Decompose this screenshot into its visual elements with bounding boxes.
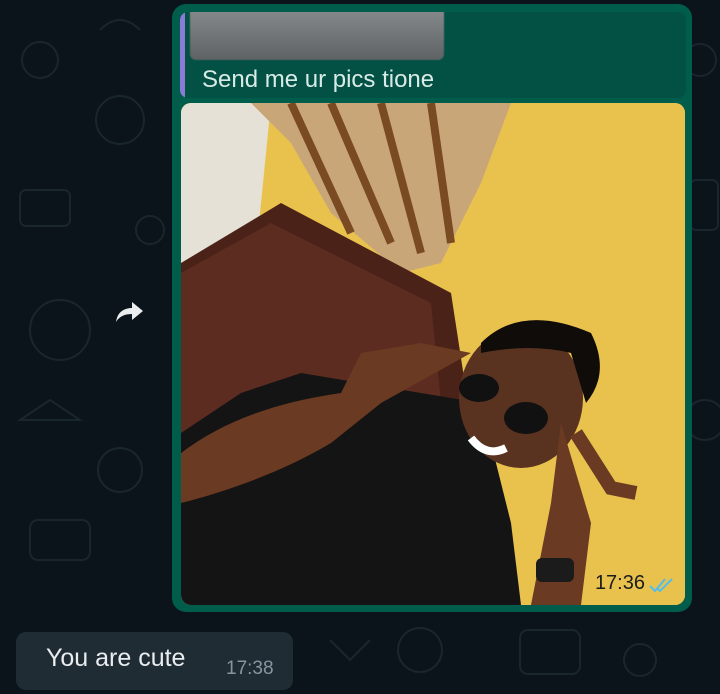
photo-illustration — [181, 103, 685, 605]
quoted-reply[interactable]: Send me ur pics tione — [180, 12, 686, 98]
quote-text: Send me ur pics tione — [202, 66, 435, 93]
double-check-icon — [649, 578, 673, 593]
incoming-message-text: You are cute — [46, 644, 186, 672]
quote-accent-bar — [180, 12, 185, 98]
outgoing-message-bubble[interactable]: Send me ur pics tione 17:36 — [172, 4, 692, 612]
incoming-message-bubble[interactable]: You are cute 17:38 — [16, 632, 293, 690]
message-photo[interactable]: 17:36 — [181, 103, 685, 605]
redacted-quote-author — [190, 12, 444, 60]
incoming-message-time: 17:38 — [226, 658, 274, 679]
share-arrow-icon — [116, 302, 143, 322]
forward-button[interactable] — [110, 292, 150, 332]
message-time: 17:36 — [594, 572, 645, 594]
